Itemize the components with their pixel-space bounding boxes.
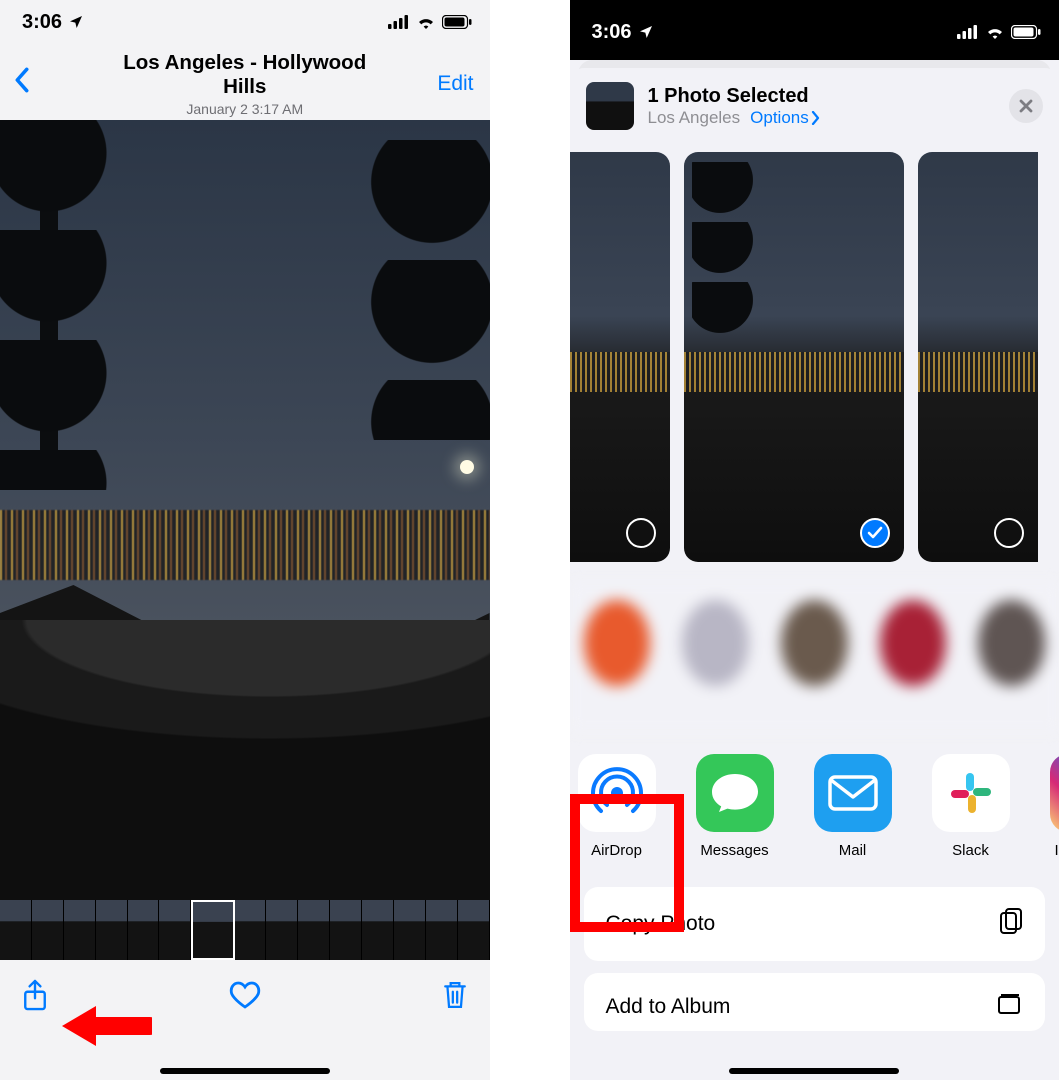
copy-icon: [999, 907, 1023, 941]
thumbnail[interactable]: [159, 900, 191, 960]
thumbnail[interactable]: [235, 900, 267, 960]
home-indicator[interactable]: [160, 1068, 330, 1074]
status-bar: 3:06: [570, 0, 1059, 60]
thumbnail[interactable]: [0, 900, 32, 960]
thumbnail[interactable]: [298, 900, 330, 960]
photo-subtitle: January 2 3:17 AM: [122, 101, 367, 117]
thumbnail-selected[interactable]: [191, 900, 234, 960]
left-phone-frame: 3:06 Los Angeles - Hollywood Hills Janua…: [0, 0, 490, 1080]
status-time: 3:06: [592, 21, 632, 44]
edit-button[interactable]: Edit: [437, 72, 473, 96]
bottom-toolbar: [0, 960, 490, 1034]
battery-icon: [442, 15, 472, 29]
photo-title: Los Angeles - Hollywood Hills: [122, 51, 367, 99]
location-icon: [68, 14, 84, 30]
cellular-icon: [957, 25, 979, 39]
action-copy-photo[interactable]: Copy Photo: [584, 887, 1046, 961]
slack-icon: [932, 754, 1010, 832]
app-label: AirDrop: [591, 842, 642, 859]
thumbnail[interactable]: [330, 900, 362, 960]
contact-avatar[interactable]: [584, 600, 651, 686]
thumbnail[interactable]: [64, 900, 96, 960]
app-airdrop[interactable]: AirDrop: [578, 754, 656, 859]
cellular-icon: [388, 15, 410, 29]
wifi-icon: [416, 15, 436, 29]
nav-bar: Los Angeles - Hollywood Hills January 2 …: [0, 48, 490, 120]
share-header: 1 Photo Selected Los Angeles Options: [570, 68, 1059, 144]
contact-avatar[interactable]: [978, 600, 1045, 686]
share-contacts-row[interactable]: [570, 582, 1059, 732]
selection-circle[interactable]: [994, 518, 1024, 548]
contact-avatar[interactable]: [880, 600, 947, 686]
thumbnail[interactable]: [458, 900, 490, 960]
app-label: Mail: [839, 842, 867, 859]
app-slack[interactable]: Slack: [932, 754, 1010, 859]
favorite-button[interactable]: [229, 980, 261, 1015]
share-title: 1 Photo Selected: [648, 85, 996, 108]
location-icon: [638, 24, 654, 40]
nav-title-block: Los Angeles - Hollywood Hills January 2 …: [122, 51, 367, 117]
share-actions-list: Copy Photo Add to Album: [570, 877, 1059, 1031]
thumbnail[interactable]: [394, 900, 426, 960]
share-photo-preview[interactable]: [918, 152, 1038, 562]
check-icon: [867, 526, 883, 540]
close-button[interactable]: [1009, 89, 1043, 123]
app-mail[interactable]: Mail: [814, 754, 892, 859]
trash-button[interactable]: [442, 979, 468, 1016]
share-photo-row[interactable]: [570, 144, 1059, 582]
thumbnail[interactable]: [266, 900, 298, 960]
thumbnail[interactable]: [32, 900, 64, 960]
status-time: 3:06: [22, 11, 62, 34]
share-options-button[interactable]: Options: [750, 108, 821, 128]
selection-circle[interactable]: [626, 518, 656, 548]
battery-icon: [1011, 25, 1041, 39]
app-label: Ins: [1054, 842, 1059, 859]
share-photo-preview[interactable]: [570, 152, 670, 562]
action-add-to-album[interactable]: Add to Album: [584, 973, 1046, 1031]
app-label: Messages: [700, 842, 768, 859]
app-label: Slack: [952, 842, 989, 859]
thumbnail[interactable]: [96, 900, 128, 960]
chevron-right-icon: [811, 111, 821, 125]
right-phone-frame: 3:06 1 Photo Selected Los Angeles Option…: [570, 0, 1059, 1080]
airdrop-icon: [578, 754, 656, 832]
messages-icon: [696, 754, 774, 832]
thumbnail[interactable]: [426, 900, 458, 960]
thumbnail[interactable]: [128, 900, 160, 960]
action-label: Add to Album: [606, 995, 731, 1019]
app-instagram[interactable]: Ins: [1050, 754, 1059, 859]
status-bar: 3:06: [0, 0, 490, 48]
selection-circle-checked[interactable]: [860, 518, 890, 548]
thumbnail[interactable]: [362, 900, 394, 960]
action-label: Copy Photo: [606, 912, 716, 936]
share-apps-row: AirDrop Messages Mail Slack Ins: [570, 732, 1059, 877]
close-icon: [1019, 99, 1033, 113]
home-indicator[interactable]: [729, 1068, 899, 1074]
contact-avatar[interactable]: [682, 600, 749, 686]
album-icon: [997, 993, 1023, 1021]
thumbnail-strip[interactable]: [0, 900, 490, 960]
mail-icon: [814, 754, 892, 832]
share-button[interactable]: [22, 978, 48, 1017]
share-header-thumbnail: [586, 82, 634, 130]
photo-main[interactable]: [0, 120, 490, 900]
instagram-icon: [1050, 754, 1059, 832]
share-location: Los Angeles: [648, 108, 741, 128]
contact-avatar[interactable]: [781, 600, 848, 686]
wifi-icon: [985, 25, 1005, 39]
share-photo-preview-selected[interactable]: [684, 152, 904, 562]
app-messages[interactable]: Messages: [696, 754, 774, 859]
back-button[interactable]: [14, 67, 30, 101]
